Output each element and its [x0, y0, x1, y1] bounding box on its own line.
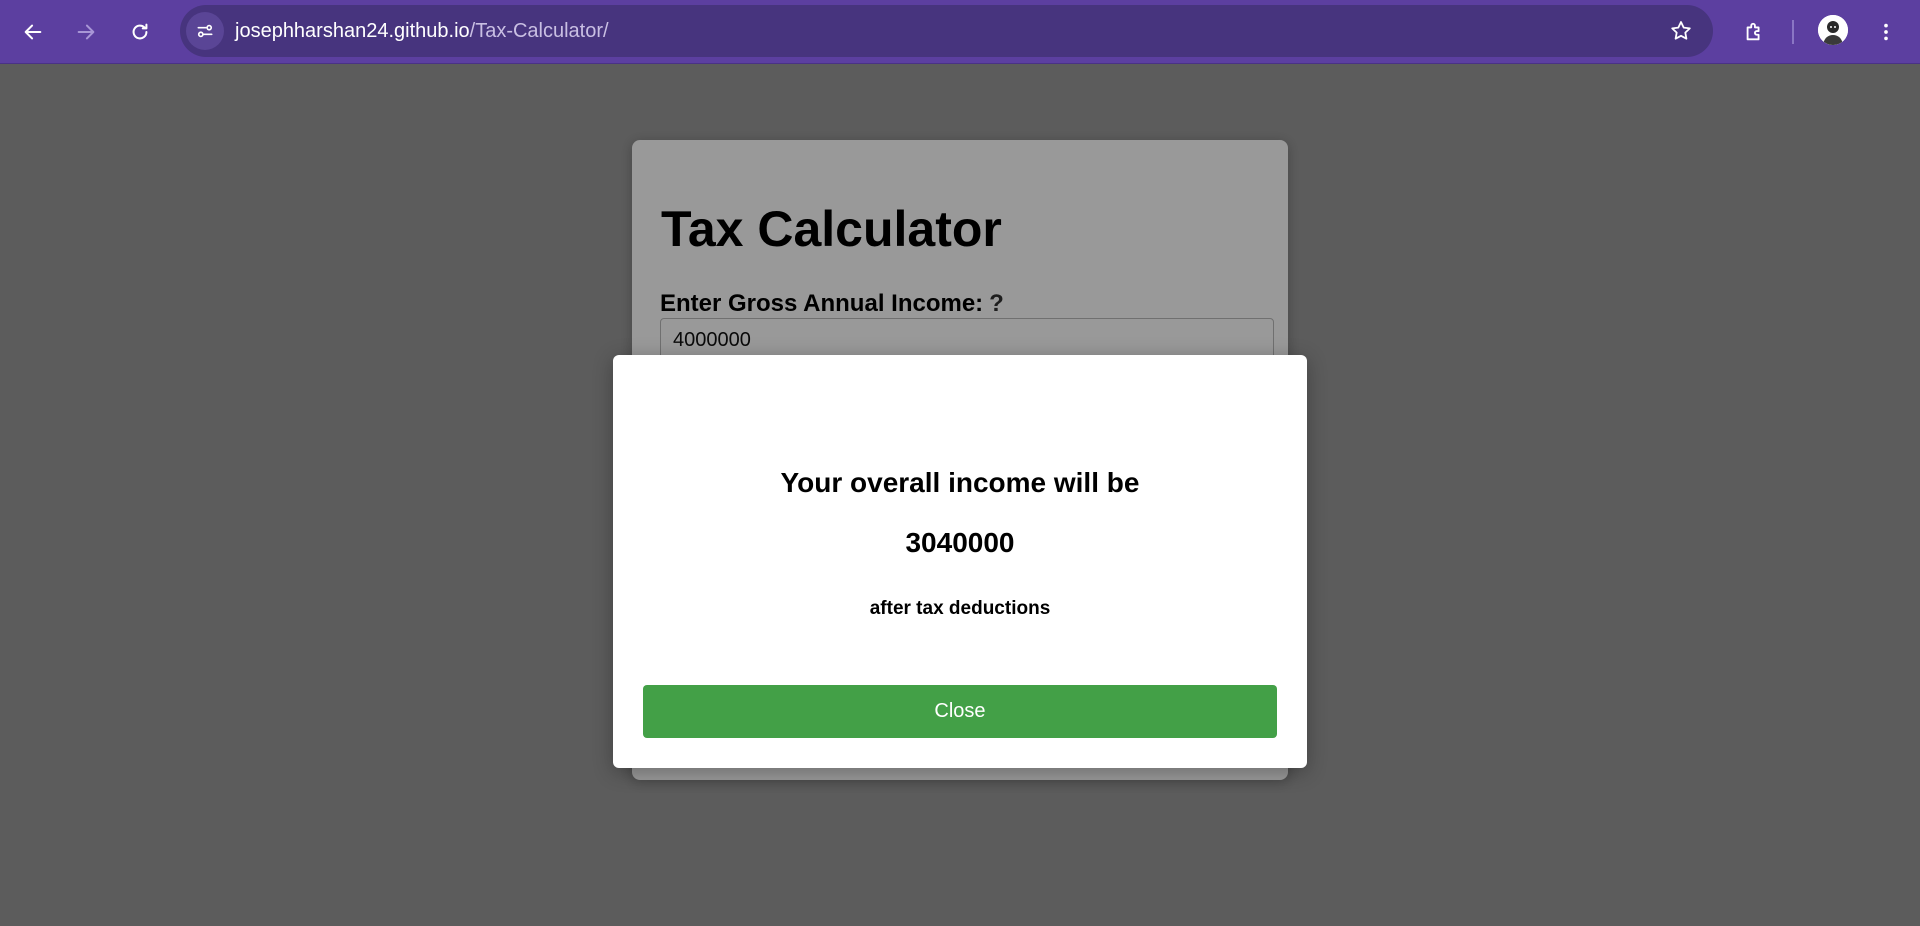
toolbar-divider	[1792, 20, 1794, 44]
back-icon	[24, 24, 42, 40]
url-host: josephharshan24.github.io	[235, 20, 470, 42]
close-button[interactable]: Close	[643, 685, 1277, 738]
result-modal: Your overall income will be 3040000 afte…	[613, 355, 1307, 768]
forward-button[interactable]	[66, 12, 106, 52]
result-subtext: after tax deductions	[869, 598, 1051, 619]
extensions-button[interactable]	[1734, 12, 1774, 52]
reload-button[interactable]	[120, 12, 160, 52]
more-menu-icon	[1884, 23, 1888, 41]
reload-icon	[132, 23, 148, 40]
bookmark-star-icon	[1671, 21, 1691, 40]
back-button[interactable]	[13, 12, 53, 52]
profile-avatar[interactable]	[1818, 15, 1848, 45]
site-info-button[interactable]	[186, 12, 224, 50]
browser-toolbar: josephharshan24.github.io/Tax-Calculator…	[0, 0, 1920, 64]
more-menu-button[interactable]	[1866, 12, 1906, 52]
site-info-icon	[197, 24, 213, 38]
url-path: /Tax-Calculator/	[469, 20, 609, 42]
result-heading: Your overall income will be	[780, 467, 1140, 498]
avatar-icon	[1818, 15, 1848, 45]
forward-icon	[77, 24, 95, 40]
extensions-icon	[1746, 22, 1760, 41]
url-text[interactable]: josephharshan24.github.io/Tax-Calculator…	[235, 5, 609, 57]
address-bar[interactable]: josephharshan24.github.io/Tax-Calculator…	[180, 5, 1713, 57]
result-amount: 3040000	[905, 527, 1015, 558]
bookmark-button[interactable]	[1663, 13, 1699, 49]
